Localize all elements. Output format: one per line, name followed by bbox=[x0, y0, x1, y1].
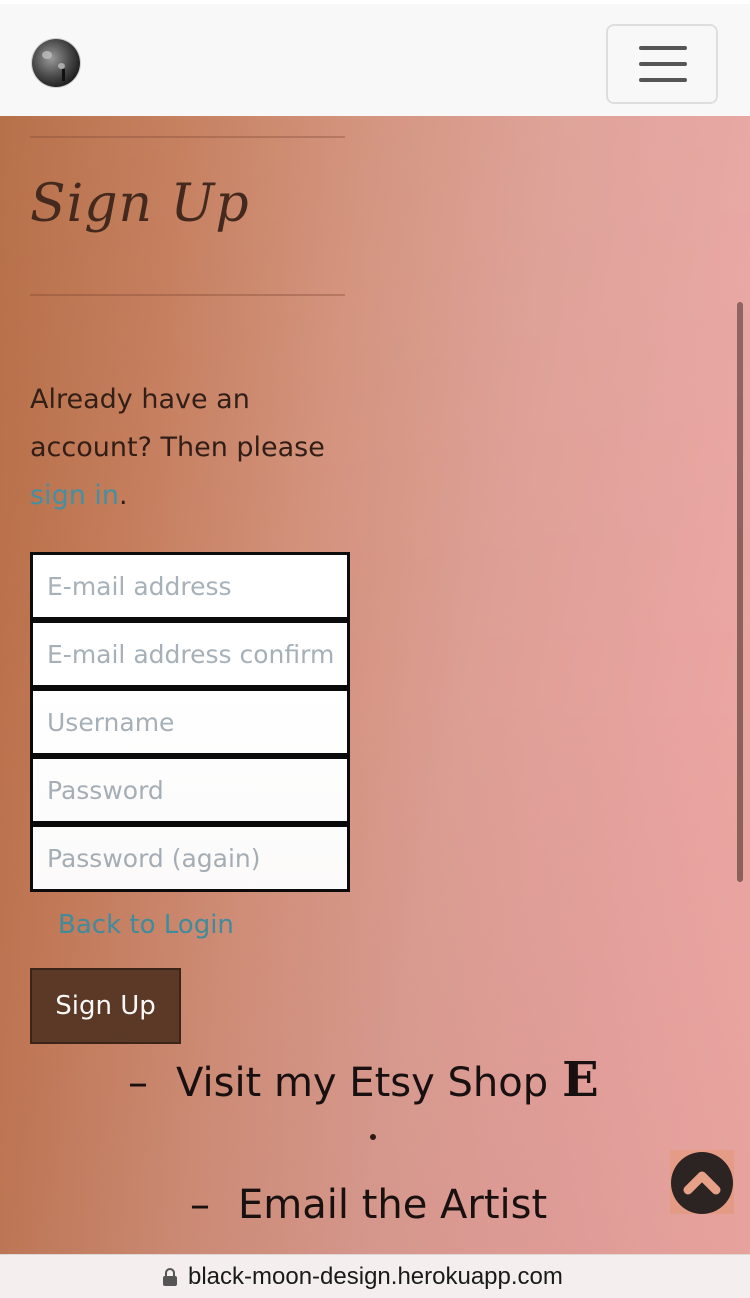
hamburger-menu-icon bbox=[639, 46, 687, 50]
etsy-shop-label: Visit my Etsy Shop bbox=[176, 1060, 549, 1106]
moon-logo-icon[interactable] bbox=[32, 39, 80, 87]
etsy-dash: – bbox=[128, 1060, 148, 1106]
signin-prompt-text: Already have an account? Then please bbox=[30, 384, 325, 463]
email-dash: – bbox=[190, 1182, 210, 1228]
scroll-to-top-button[interactable] bbox=[670, 1150, 734, 1214]
hamburger-menu-icon bbox=[639, 78, 687, 82]
signin-prompt-period: . bbox=[119, 480, 128, 511]
password-again-field[interactable] bbox=[30, 824, 350, 892]
navbar bbox=[0, 0, 750, 116]
email-confirm-field[interactable] bbox=[30, 620, 350, 688]
signup-form bbox=[30, 552, 350, 892]
page-title: Sign Up bbox=[30, 174, 250, 234]
signin-prompt: Already have an account? Then please sig… bbox=[30, 376, 350, 520]
browser-url-bar[interactable]: black-moon-design.herokuapp.com bbox=[0, 1254, 750, 1298]
scrollbar[interactable] bbox=[737, 302, 743, 882]
email-artist-link[interactable]: – Email the Artist bbox=[190, 1182, 547, 1228]
chevron-up-icon bbox=[683, 1171, 721, 1195]
email-field[interactable] bbox=[30, 552, 350, 620]
lock-icon bbox=[163, 1268, 177, 1286]
separator-dot bbox=[370, 1134, 376, 1140]
main-content: Sign Up Already have an account? Then pl… bbox=[0, 116, 750, 1254]
password-field[interactable] bbox=[30, 756, 350, 824]
menu-toggle-button[interactable] bbox=[606, 24, 718, 104]
back-to-login-link[interactable]: Back to Login bbox=[58, 910, 234, 940]
hamburger-menu-icon bbox=[639, 62, 687, 66]
page: Sign Up Already have an account? Then pl… bbox=[0, 0, 750, 1298]
sign-up-button[interactable]: Sign Up bbox=[30, 968, 181, 1044]
sign-in-link[interactable]: sign in bbox=[30, 480, 119, 511]
username-field[interactable] bbox=[30, 688, 350, 756]
divider bbox=[30, 136, 345, 138]
scroll-to-top-circle bbox=[671, 1152, 733, 1214]
logo-crater bbox=[42, 51, 52, 59]
etsy-icon: E bbox=[562, 1052, 599, 1108]
etsy-shop-link[interactable]: – Visit my Etsy Shop E bbox=[128, 1052, 599, 1108]
email-artist-label: Email the Artist bbox=[238, 1182, 548, 1228]
divider bbox=[30, 294, 345, 296]
logo-cactus bbox=[62, 69, 65, 81]
url-text: black-moon-design.herokuapp.com bbox=[188, 1263, 563, 1290]
